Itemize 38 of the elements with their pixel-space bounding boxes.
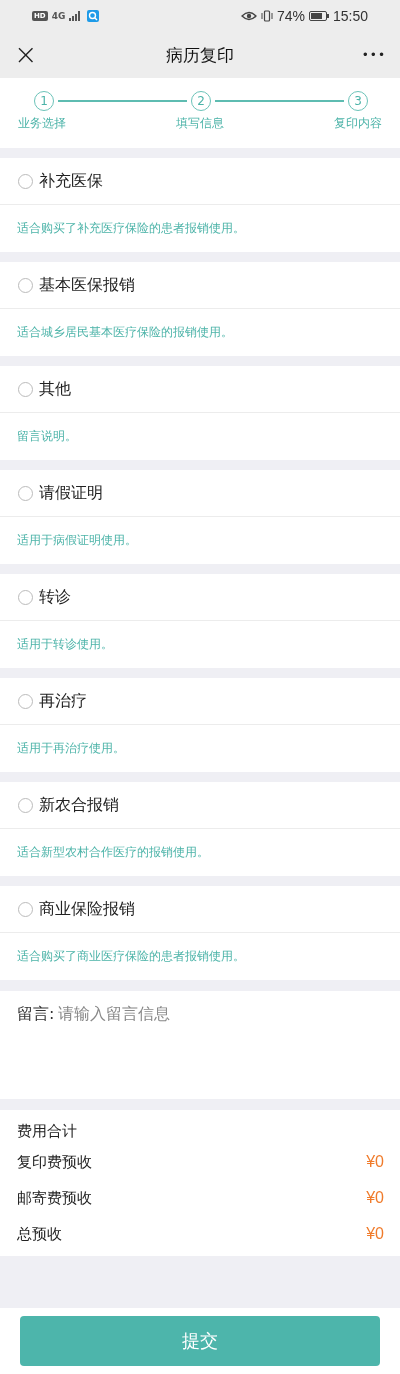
option-label[interactable]: 基本医保报销 (39, 274, 135, 296)
option-label[interactable]: 商业保险报销 (39, 898, 135, 920)
option-description: 适用于病假证明使用。 (16, 532, 138, 549)
option-description: 适用于转诊使用。 (16, 636, 114, 653)
battery-icon (308, 11, 329, 21)
step-label: 填写信息 (176, 115, 224, 132)
option-description: 适合购买了商业医疗保险的患者报销使用。 (16, 948, 246, 965)
network-label: 4G (51, 11, 66, 21)
search-icon (87, 10, 100, 22)
fee-label: 复印费预收 (17, 1152, 92, 1172)
battery-percent: 74% (276, 8, 305, 24)
option-description: 适合新型农村合作医疗的报销使用。 (16, 844, 210, 861)
option-label[interactable]: 再治疗 (39, 690, 87, 712)
option-description: 适合城乡居民基本医疗保险的报销使用。 (16, 324, 234, 341)
clock: 15:50 (332, 8, 368, 24)
vibrate-icon (260, 10, 273, 22)
message-field[interactable]: 留言: 请输入留言信息 (0, 991, 400, 1099)
close-button[interactable]: × (8, 41, 44, 69)
fees-title: 费用合计 (17, 1121, 78, 1142)
option-description: 适合购买了补充医疗保险的患者报销使用。 (16, 220, 246, 237)
more-button[interactable]: ••• (355, 48, 392, 62)
option-label[interactable]: 请假证明 (39, 482, 103, 504)
option-label[interactable]: 转诊 (39, 586, 71, 608)
step-label: 复印内容 (334, 115, 382, 132)
option-label[interactable]: 新农合报销 (39, 794, 119, 816)
option-label[interactable]: 补充医保 (39, 170, 103, 192)
fee-amount: ¥0 (366, 1153, 384, 1171)
message-label: 留言: (17, 1004, 55, 1024)
page-title: 病历复印 (165, 43, 234, 67)
fee-amount: ¥0 (366, 1189, 384, 1207)
option-description: 留言说明。 (16, 428, 78, 445)
eye-icon (240, 11, 257, 21)
option-label[interactable]: 其他 (39, 378, 71, 400)
fee-amount: ¥0 (366, 1225, 384, 1243)
fee-label: 总预收 (17, 1224, 62, 1244)
fee-label: 邮寄费预收 (17, 1188, 92, 1208)
option-description: 适用于再治疗使用。 (16, 740, 126, 757)
step-label: 业务选择 (18, 115, 66, 132)
